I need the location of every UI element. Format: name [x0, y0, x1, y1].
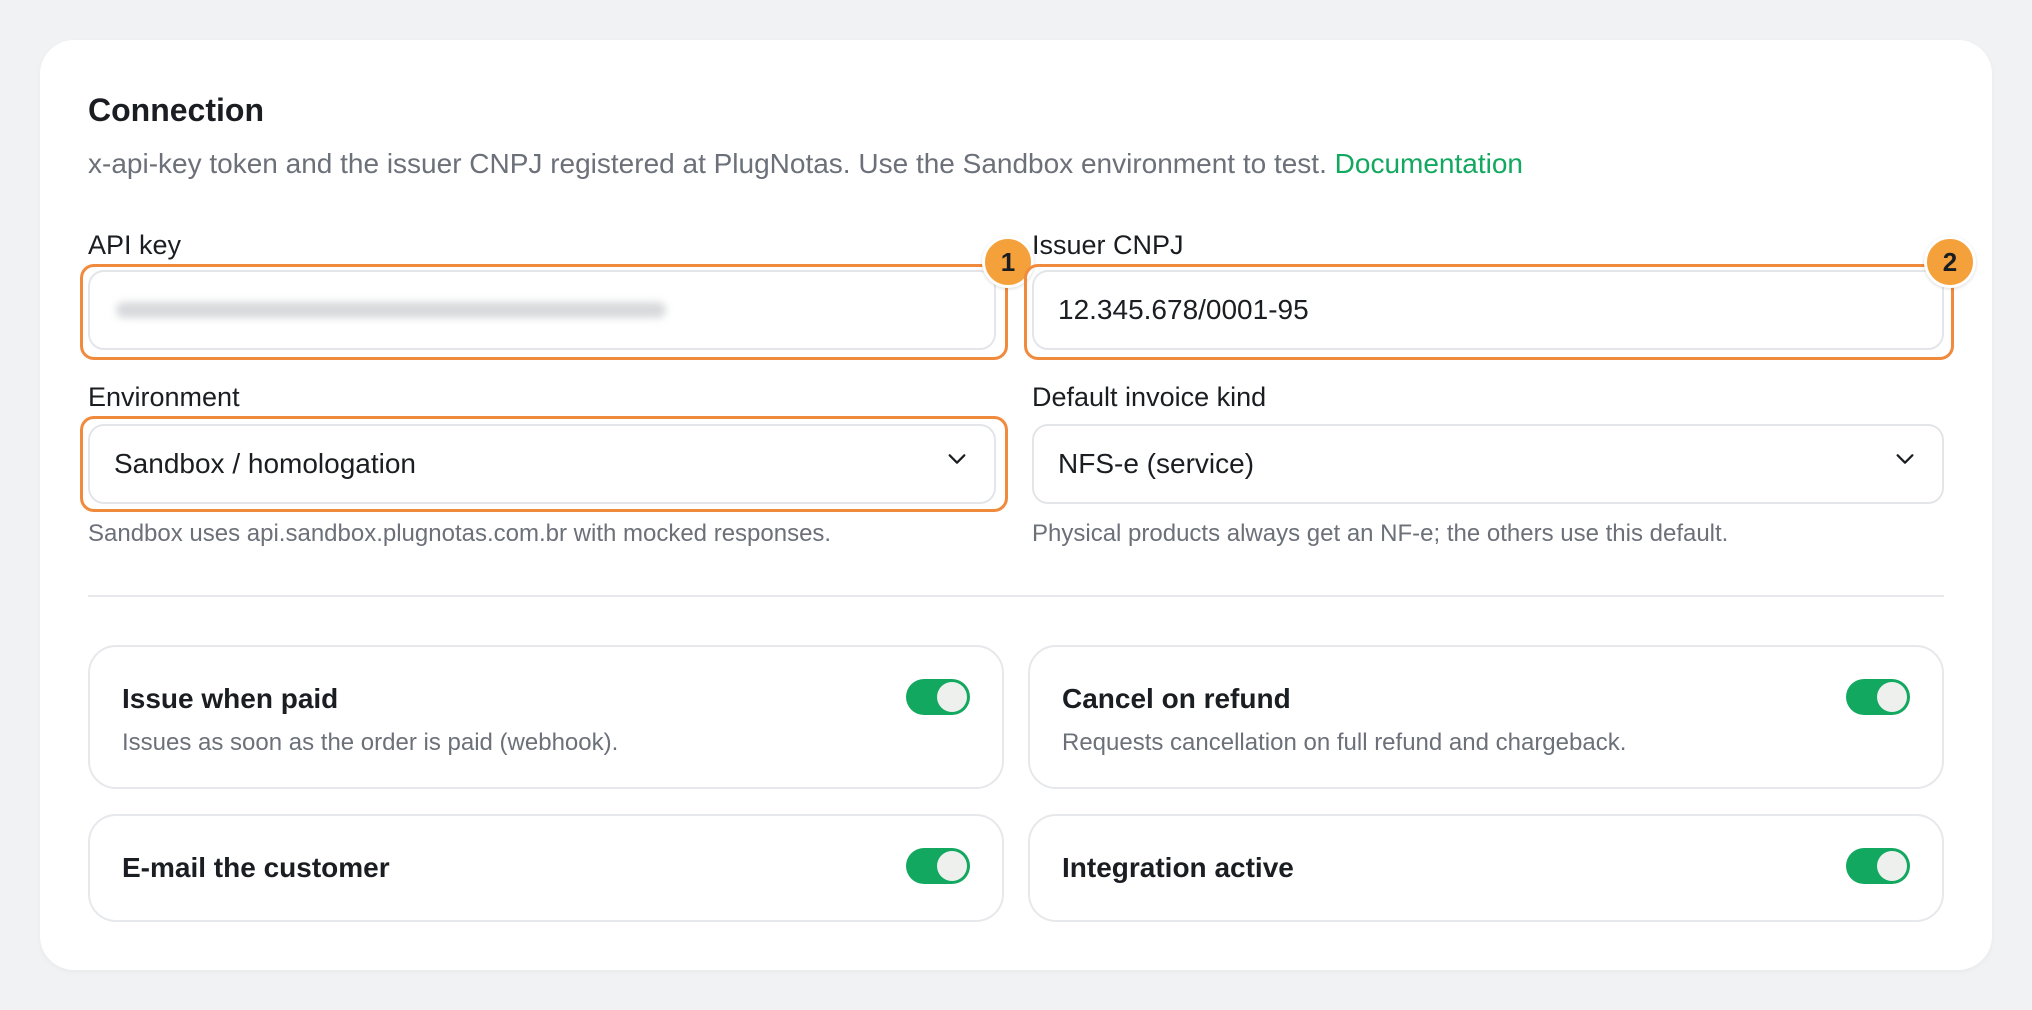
connection-card: Connection x-api-key token and the issue… — [40, 40, 1992, 970]
issue-when-paid-toggle[interactable] — [906, 679, 970, 715]
toggle-title: Issue when paid — [122, 683, 339, 714]
toggle-description: Requests cancellation on full refund and… — [1062, 729, 1627, 756]
invoice-kind-hint: Physical products always get an NF-e; th… — [1032, 520, 1729, 547]
masked-api-key-value — [116, 302, 666, 318]
documentation-link[interactable]: Documentation — [1335, 148, 1523, 179]
subtitle-text: x-api-key token and the issuer CNPJ regi… — [88, 148, 1327, 179]
toggle-knob — [937, 682, 967, 712]
toggle-title: Cancel on refund — [1062, 683, 1291, 714]
toggle-title: E-mail the customer — [122, 852, 390, 883]
invoice-kind-selected-value: NFS-e (service) — [1058, 448, 1255, 479]
toggle-card-email-customer: E-mail the customer — [88, 814, 1004, 922]
invoice-kind-select[interactable]: NFS-e (service) — [1032, 424, 1944, 504]
issuer-cnpj-label: Issuer CNPJ — [1032, 230, 1184, 260]
environment-selected-value: Sandbox / homologation — [114, 448, 416, 479]
step-badge-1: 1 — [982, 236, 1034, 288]
api-key-label: API key — [88, 230, 182, 260]
chevron-down-icon — [948, 454, 966, 464]
api-key-input[interactable] — [88, 270, 996, 350]
toggle-knob — [937, 851, 967, 881]
invoice-kind-label: Default invoice kind — [1032, 382, 1267, 412]
step-badge-2: 2 — [1924, 236, 1976, 288]
environment-hint: Sandbox uses api.sandbox.plugnotas.com.b… — [88, 520, 832, 547]
toggle-knob — [1877, 851, 1907, 881]
chevron-down-icon — [1896, 454, 1914, 464]
email-customer-toggle[interactable] — [906, 848, 970, 884]
integration-active-toggle[interactable] — [1846, 848, 1910, 884]
issuer-cnpj-input[interactable]: 12.345.678/0001-95 — [1032, 270, 1944, 350]
toggle-description: Issues as soon as the order is paid (web… — [122, 729, 619, 756]
toggle-card-integration-active: Integration active — [1028, 814, 1944, 922]
toggle-knob — [1877, 682, 1907, 712]
toggle-card-issue-when-paid: Issue when paid Issues as soon as the or… — [88, 645, 1004, 789]
cancel-on-refund-toggle[interactable] — [1846, 679, 1910, 715]
toggle-title: Integration active — [1062, 852, 1294, 883]
section-subtitle: x-api-key token and the issuer CNPJ regi… — [88, 148, 1523, 180]
toggle-card-cancel-on-refund: Cancel on refund Requests cancellation o… — [1028, 645, 1944, 789]
section-divider — [88, 595, 1944, 597]
environment-label: Environment — [88, 382, 240, 412]
issuer-cnpj-value: 12.345.678/0001-95 — [1058, 294, 1309, 325]
section-title: Connection — [88, 92, 264, 128]
environment-select[interactable]: Sandbox / homologation — [88, 424, 996, 504]
